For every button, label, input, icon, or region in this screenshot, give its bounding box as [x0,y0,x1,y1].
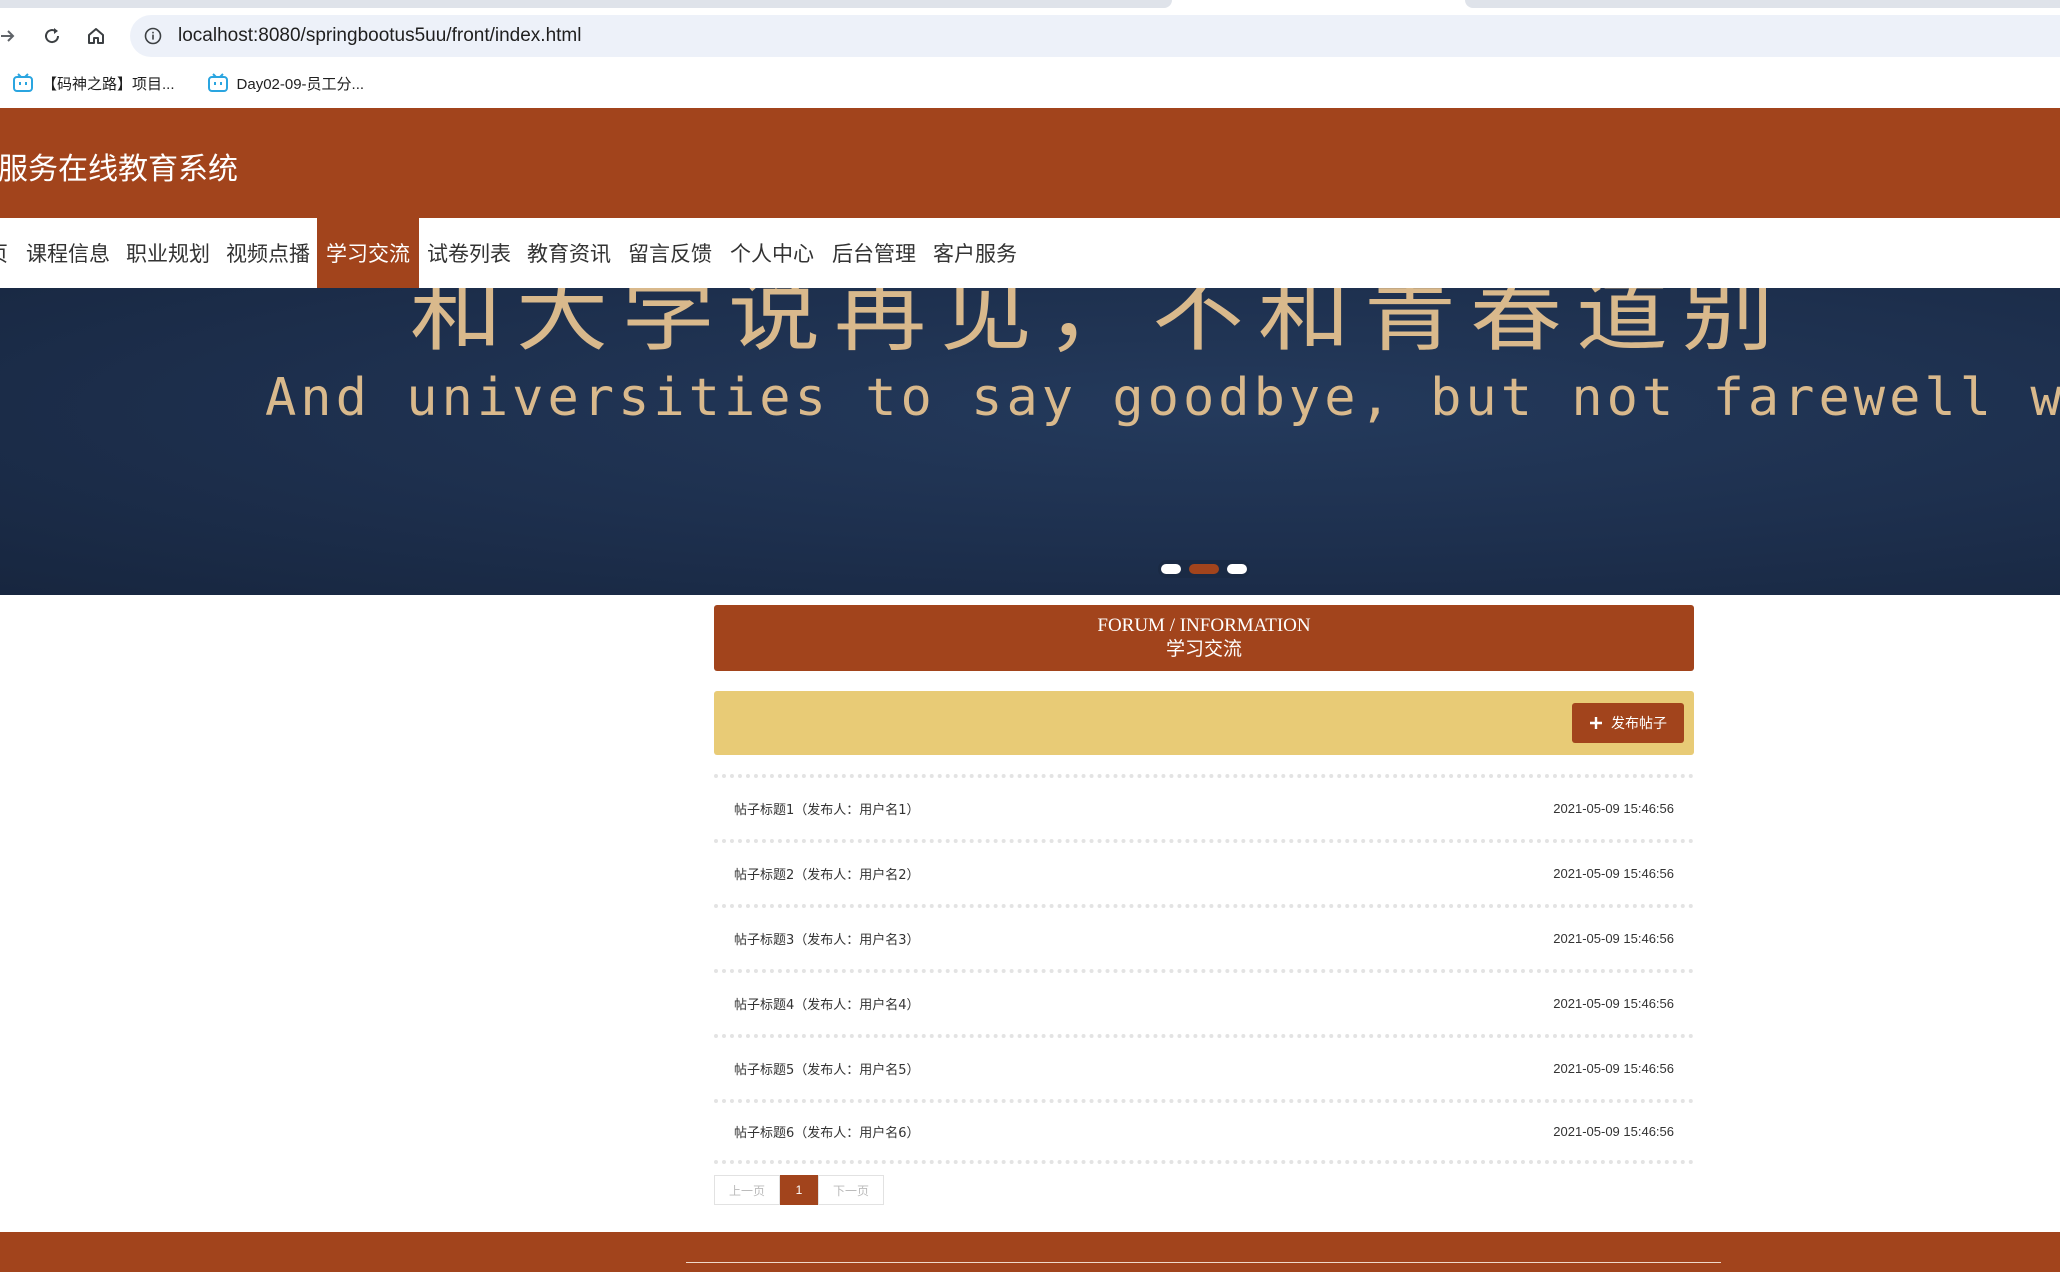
browser-toolbar: localhost:8080/springbootus5uu/front/ind… [0,14,2060,58]
info-icon[interactable] [142,25,164,47]
browser-tab-strip [0,0,2060,14]
nav-item-feedback[interactable]: 留言反馈 [619,218,721,288]
new-post-label: 发布帖子 [1611,716,1667,732]
site-title: 服务在线教育系统 [0,152,238,187]
nav-item-exams[interactable]: 试卷列表 [419,218,519,288]
carousel-dot[interactable] [1161,564,1181,574]
post-time: 2021-05-09 15:46:56 [1553,801,1674,816]
nav-item-video[interactable]: 视频点播 [218,218,318,288]
url-text: localhost:8080/springbootus5uu/front/ind… [178,25,582,46]
nav-item-profile[interactable]: 个人中心 [721,218,823,288]
browser-tab[interactable] [1465,0,2060,8]
forum-action-bar: 发布帖子 [714,691,1694,755]
bilibili-icon [207,73,228,92]
post-time: 2021-05-09 15:46:56 [1553,931,1674,946]
post-title[interactable]: 帖子标题1（发布人：用户名1） [734,799,920,818]
post-list: 帖子标题1（发布人：用户名1） 2021-05-09 15:46:56 帖子标题… [714,774,1694,1164]
post-row[interactable]: 帖子标题4（发布人：用户名4） 2021-05-09 15:46:56 [714,969,1694,1034]
bookmarks-bar: 【码神之路】项目... Day02-09-员工分... [0,58,2060,108]
post-title[interactable]: 帖子标题3（发布人：用户名3） [734,929,920,948]
carousel-indicators [1158,560,1250,578]
home-icon [88,28,104,44]
post-row[interactable]: 帖子标题1（发布人：用户名1） 2021-05-09 15:46:56 [714,774,1694,839]
main-nav: 页 课程信息 职业规划 视频点播 学习交流 试卷列表 教育资讯 留言反馈 个人中… [0,218,2060,288]
post-row[interactable]: 帖子标题5（发布人：用户名5） 2021-05-09 15:46:56 [714,1034,1694,1099]
post-title[interactable]: 帖子标题5（发布人：用户名5） [734,1059,920,1078]
post-title[interactable]: 帖子标题2（发布人：用户名2） [734,864,920,883]
section-title-en: FORUM / INFORMATION [1097,615,1311,636]
post-time: 2021-05-09 15:46:56 [1553,996,1674,1011]
arrow-right-icon [1,30,15,42]
nav-item-career[interactable]: 职业规划 [118,218,218,288]
section-title-cn: 学习交流 [1165,638,1242,660]
forward-button[interactable] [0,20,24,52]
nav-item-home[interactable]: 页 [0,218,8,288]
home-button[interactable] [80,20,112,52]
carousel-dot[interactable] [1227,564,1247,574]
current-page-button[interactable]: 1 [780,1175,818,1205]
post-time: 2021-05-09 15:46:56 [1553,1061,1674,1076]
prev-page-button[interactable]: 上一页 [714,1175,780,1205]
forum-section-heading: FORUM / INFORMATION 学习交流 [714,605,1694,671]
bookmark-label: 【码神之路】项目... [42,75,175,93]
post-title[interactable]: 帖子标题6（发布人：用户名6） [734,1122,920,1141]
new-post-button[interactable]: 发布帖子 [1572,703,1684,743]
next-page-button[interactable]: 下一页 [818,1175,884,1205]
bilibili-icon [13,73,33,92]
browser-tab[interactable] [0,0,1172,8]
bookmark-item[interactable]: Day02-09-员工分... [207,73,365,94]
bookmark-label: Day02-09-员工分... [236,75,365,93]
nav-item-courses[interactable]: 课程信息 [18,218,118,288]
post-time: 2021-05-09 15:46:56 [1553,866,1674,881]
post-row[interactable]: 帖子标题2（发布人：用户名2） 2021-05-09 15:46:56 [714,839,1694,904]
banner-subline: And universities to say goodbye, but not… [265,368,2060,428]
nav-item-study-forum[interactable]: 学习交流 [317,218,419,288]
plus-icon [1590,717,1602,729]
post-title[interactable]: 帖子标题4（发布人：用户名4） [734,994,920,1013]
site-footer [0,1232,2060,1272]
footer-divider [686,1262,1721,1263]
site-header: 服务在线教育系统 [0,108,2060,218]
banner-carousel[interactable]: 和大学说再见，不和青春道别 And universities to say go… [0,288,2060,595]
banner-headline: 和大学说再见，不和青春道别 [410,288,1789,364]
carousel-dot-active[interactable] [1189,564,1219,574]
reload-button[interactable] [36,20,68,52]
bookmark-item[interactable]: 【码神之路】项目... [12,73,175,94]
nav-item-news[interactable]: 教育资讯 [519,218,619,288]
address-bar[interactable]: localhost:8080/springbootus5uu/front/ind… [130,15,2060,57]
reload-icon [45,28,60,44]
post-row[interactable]: 帖子标题6（发布人：用户名6） 2021-05-09 15:46:56 [714,1099,1694,1164]
nav-item-admin[interactable]: 后台管理 [823,218,925,288]
post-time: 2021-05-09 15:46:56 [1553,1124,1674,1139]
pagination: 上一页 1 下一页 [714,1175,884,1205]
nav-item-service[interactable]: 客户服务 [925,218,1025,288]
post-row[interactable]: 帖子标题3（发布人：用户名3） 2021-05-09 15:46:56 [714,904,1694,969]
